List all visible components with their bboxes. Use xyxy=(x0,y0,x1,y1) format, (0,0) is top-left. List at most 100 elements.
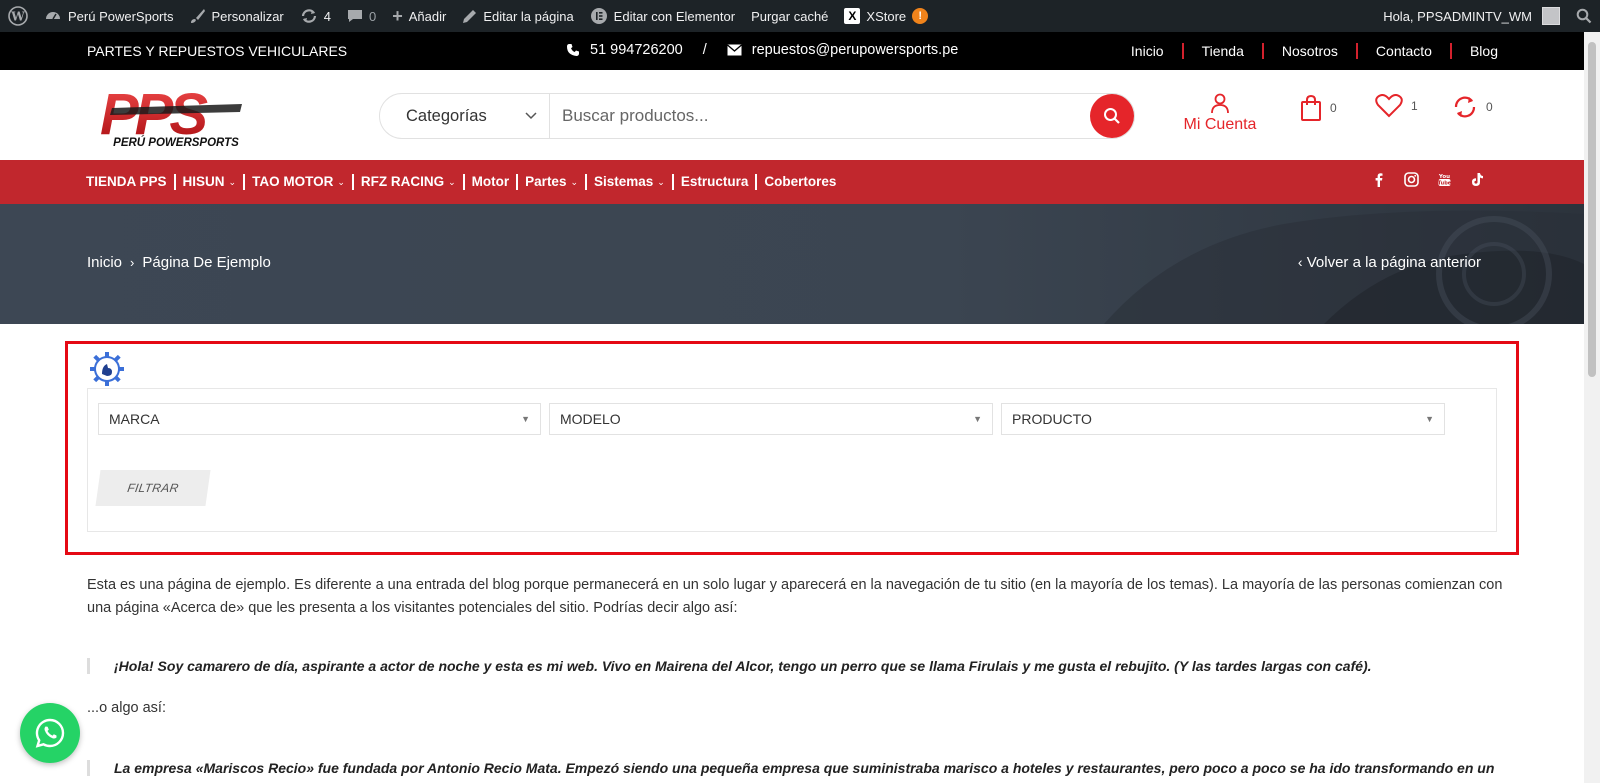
avatar xyxy=(1542,7,1560,25)
xstore-link[interactable]: X XStore ! xyxy=(836,0,936,32)
instagram-icon[interactable] xyxy=(1404,172,1419,187)
search-button[interactable] xyxy=(1090,94,1134,138)
social-links: You Tube xyxy=(1372,172,1484,187)
main-nav-item[interactable]: TAO MOTOR ⌄ xyxy=(243,174,352,190)
logo-subtext: PERÚ POWERSPORTS xyxy=(113,136,239,149)
caret-down-icon: ▼ xyxy=(973,414,982,424)
site-name-menu[interactable]: Perú PowerSports xyxy=(36,0,182,32)
search-input[interactable] xyxy=(550,106,1090,126)
gear-hand-icon xyxy=(88,350,126,393)
category-select[interactable]: Categorías xyxy=(380,94,550,138)
filter-button[interactable]: FILTRAR xyxy=(95,470,211,506)
whatsapp-button[interactable] xyxy=(20,703,80,763)
facebook-icon[interactable] xyxy=(1372,172,1386,187)
whatsapp-icon xyxy=(35,718,65,748)
user-icon xyxy=(1211,93,1229,114)
caret-down-icon: ▼ xyxy=(1425,414,1434,424)
site-logo[interactable]: PPS PERÚ POWERSPORTS xyxy=(92,82,257,150)
page-heading-banner: Inicio › Página De Ejemplo ‹ Volver a la… xyxy=(0,204,1584,324)
blockquote-1: ¡Hola! Soy camarero de día, aspirante a … xyxy=(87,658,1507,674)
product-select[interactable]: PRODUCTO ▼ xyxy=(1001,403,1445,435)
brand-select[interactable]: MARCA ▼ xyxy=(98,403,541,435)
compare-refresh-icon xyxy=(1454,96,1476,118)
pencil-icon xyxy=(463,9,477,23)
chevron-right-icon: › xyxy=(130,255,135,270)
contact-info: 51 994726200 / repuestos@perupowersports… xyxy=(566,42,958,58)
breadcrumb-current: Página De Ejemplo xyxy=(142,254,271,271)
chevron-down-icon: ⌄ xyxy=(228,177,237,187)
edit-elementor-link[interactable]: Editar con Elementor xyxy=(582,0,743,32)
chevron-down-icon: ⌄ xyxy=(570,177,578,187)
page-scrollbar[interactable] xyxy=(1584,32,1600,783)
main-nav-item[interactable]: TIENDA PPS xyxy=(86,174,174,190)
top-nav-contacto[interactable]: Contacto xyxy=(1376,43,1432,59)
chevron-down-icon: ⌄ xyxy=(448,177,456,187)
wordpress-logo-icon[interactable]: W xyxy=(0,0,36,32)
youtube-icon[interactable]: YouTube xyxy=(1437,172,1452,187)
top-nav-nosotros[interactable]: Nosotros xyxy=(1282,43,1338,59)
site-header: PPS PERÚ POWERSPORTS Categorías Mi Cuent… xyxy=(0,70,1584,160)
phone-number[interactable]: 51 994726200 xyxy=(590,42,683,58)
comments-link[interactable]: 0 xyxy=(339,0,384,32)
dashboard-icon xyxy=(46,12,60,20)
email-link[interactable]: repuestos@perupowersports.pe xyxy=(752,42,959,58)
main-nav-item[interactable]: Sistemas ⌄ xyxy=(585,174,672,190)
scrollbar-thumb[interactable] xyxy=(1588,42,1596,377)
xstore-logo-icon: X xyxy=(844,8,861,24)
compare-count: 0 xyxy=(1486,100,1493,114)
tiktok-icon[interactable] xyxy=(1470,172,1484,187)
main-nav-item[interactable]: Motor xyxy=(462,174,517,190)
wishlist-count: 1 xyxy=(1411,99,1418,113)
admin-search-button[interactable] xyxy=(1568,0,1600,32)
top-nav-tienda[interactable]: Tienda xyxy=(1202,43,1244,59)
main-nav-item[interactable]: Partes ⌄ xyxy=(516,174,585,190)
my-account-menu[interactable]: Hola, PPSADMINTV_WM xyxy=(1375,0,1568,32)
main-nav-item[interactable]: RFZ RACING ⌄ xyxy=(351,174,463,190)
wp-admin-bar: W Perú PowerSports Personalizar 4 0 + Añ… xyxy=(0,0,1600,32)
back-link[interactable]: ‹ Volver a la página anterior xyxy=(1298,254,1481,271)
phone-icon xyxy=(567,44,579,56)
customize-link[interactable]: Personalizar xyxy=(182,0,292,32)
intro-paragraph: Esta es una página de ejemplo. Es difere… xyxy=(87,577,1503,616)
top-info-bar: PARTES Y REPUESTOS VEHICULARES 51 994726… xyxy=(0,32,1584,70)
chevron-down-icon xyxy=(525,112,537,120)
cart-link[interactable]: 0 xyxy=(1300,94,1337,122)
main-nav-item[interactable]: Estructura xyxy=(671,174,756,190)
updates-icon xyxy=(301,9,316,23)
top-nav-blog[interactable]: Blog xyxy=(1470,43,1498,59)
search-icon xyxy=(1104,108,1120,124)
purge-cache-link[interactable]: Purgar caché xyxy=(743,0,836,32)
product-search: Categorías xyxy=(379,93,1135,139)
wishlist-link[interactable]: 1 xyxy=(1375,94,1418,118)
model-select[interactable]: MODELO ▼ xyxy=(549,403,993,435)
main-nav-item[interactable]: HISUN ⌄ xyxy=(173,174,244,190)
add-new-link[interactable]: + Añadir xyxy=(384,0,454,32)
caret-down-icon: ▼ xyxy=(521,414,530,424)
top-nav-inicio[interactable]: Inicio xyxy=(1131,43,1164,59)
envelope-icon xyxy=(726,44,742,56)
svg-text:W: W xyxy=(10,10,25,24)
svg-text:Tube: Tube xyxy=(1438,181,1452,187)
warning-badge: ! xyxy=(912,8,929,24)
main-navigation: TIENDA PPS HISUN ⌄ TAO MOTOR ⌄ RFZ RACING ⌄ Mot… xyxy=(0,160,1584,204)
compare-link[interactable]: 0 xyxy=(1452,94,1493,120)
breadcrumb-home[interactable]: Inicio xyxy=(87,254,122,271)
shopping-bag-icon xyxy=(1301,94,1321,121)
brush-icon xyxy=(190,9,205,23)
chevron-down-icon: ⌄ xyxy=(337,177,345,187)
breadcrumb: Inicio › Página De Ejemplo xyxy=(87,254,271,271)
search-icon xyxy=(1576,8,1592,24)
cart-count: 0 xyxy=(1330,101,1337,115)
elementor-icon xyxy=(590,8,607,24)
my-account-link[interactable]: Mi Cuenta xyxy=(1180,92,1260,134)
product-filter-panel: MARCA ▼ MODELO ▼ PRODUCTO ▼ FILTRAR xyxy=(87,388,1497,532)
tagline: PARTES Y REPUESTOS VEHICULARES xyxy=(87,43,348,59)
updates-link[interactable]: 4 xyxy=(292,0,339,32)
or-text: ...o algo así: xyxy=(87,700,166,716)
site-name: Perú PowerSports xyxy=(68,8,174,24)
edit-page-link[interactable]: Editar la página xyxy=(454,0,581,32)
chevron-left-icon: ‹ xyxy=(1297,254,1303,270)
top-nav: Inicio Tienda Nosotros Contacto Blog xyxy=(1131,43,1498,59)
heart-icon xyxy=(1375,94,1403,118)
main-nav-item[interactable]: Cobertores xyxy=(755,174,843,190)
